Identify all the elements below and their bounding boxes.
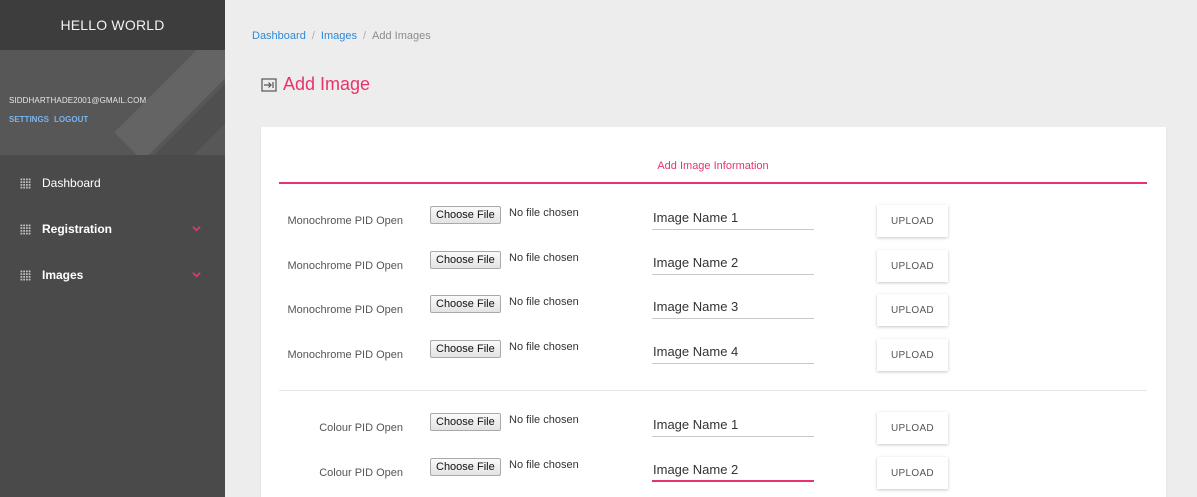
upload-row: Monochrome PID Open Choose File No file … <box>261 339 1166 371</box>
breadcrumb-dashboard[interactable]: Dashboard <box>252 30 306 42</box>
sidebar-item-registration[interactable]: Registration <box>0 206 225 252</box>
row-label: Monochrome PID Open <box>287 304 403 316</box>
choose-file-button[interactable]: Choose File <box>430 251 501 269</box>
user-email: SIDDHARTHADE2001@GMAIL.COM <box>9 96 147 105</box>
section-underline <box>279 182 1147 184</box>
choose-file-button[interactable]: Choose File <box>430 458 501 476</box>
upload-row: Monochrome PID Open Choose File No file … <box>261 250 1166 282</box>
breadcrumb-separator: / <box>311 30 315 42</box>
upload-row: Colour PID Open Choose File No file chos… <box>261 457 1166 489</box>
row-label: Monochrome PID Open <box>287 215 403 227</box>
chevron-down-icon <box>192 272 201 278</box>
file-status: No file chosen <box>509 341 579 353</box>
chevron-down-icon <box>192 226 201 232</box>
breadcrumb: Dashboard / Images / Add Images <box>252 30 431 42</box>
file-status: No file chosen <box>509 414 579 426</box>
sidebar-item-images[interactable]: Images <box>0 252 225 298</box>
section-title: Add Image Information <box>657 160 769 172</box>
upload-button[interactable]: UPLOAD <box>877 294 948 326</box>
upload-button[interactable]: UPLOAD <box>877 250 948 282</box>
upload-button[interactable]: UPLOAD <box>877 412 948 444</box>
image-name-input[interactable] <box>652 251 814 275</box>
user-links: SETTINGS LOGOUT <box>9 115 88 124</box>
upload-row: Colour PID Open Choose File No file chos… <box>261 412 1166 444</box>
sidebar: HELLO WORLD SIDDHARTHADE2001@GMAIL.COM S… <box>0 0 225 497</box>
choose-file-button[interactable]: Choose File <box>430 206 501 224</box>
grid-icon <box>20 177 31 189</box>
file-status: No file chosen <box>509 296 579 308</box>
sidebar-item-label: Registration <box>42 222 113 236</box>
input-icon <box>261 77 277 92</box>
file-status: No file chosen <box>509 459 579 471</box>
choose-file-button[interactable]: Choose File <box>430 295 501 313</box>
breadcrumb-separator: / <box>362 30 367 42</box>
image-name-input[interactable] <box>652 206 814 230</box>
sidebar-item-label: Dashboard <box>42 176 101 190</box>
upload-row: Monochrome PID Open Choose File No file … <box>261 294 1166 326</box>
row-label: Colour PID Open <box>319 422 403 434</box>
page-title-text: Add Image <box>283 74 371 94</box>
row-label: Monochrome PID Open <box>287 349 403 361</box>
logout-link[interactable]: LOGOUT <box>54 115 88 124</box>
grid-icon <box>20 269 31 281</box>
user-panel: SIDDHARTHADE2001@GMAIL.COM SETTINGS LOGO… <box>0 50 225 155</box>
brand-title: HELLO WORLD <box>0 0 225 50</box>
file-status: No file chosen <box>509 252 579 264</box>
image-name-input[interactable] <box>652 458 814 482</box>
image-name-input[interactable] <box>652 340 814 364</box>
settings-link[interactable]: SETTINGS <box>9 115 49 124</box>
upload-button[interactable]: UPLOAD <box>877 205 948 237</box>
page-title: Add Image <box>261 74 370 95</box>
upload-button[interactable]: UPLOAD <box>877 457 948 489</box>
choose-file-button[interactable]: Choose File <box>430 413 501 431</box>
section-divider <box>279 390 1147 391</box>
breadcrumb-images[interactable]: Images <box>321 30 357 42</box>
sidebar-item-dashboard[interactable]: Dashboard <box>0 160 225 206</box>
breadcrumb-current: Add Images <box>372 30 431 42</box>
grid-icon <box>20 223 31 235</box>
upload-row: Monochrome PID Open Choose File No file … <box>261 205 1166 237</box>
choose-file-button[interactable]: Choose File <box>430 340 501 358</box>
sidebar-item-label: Images <box>42 268 84 282</box>
row-label: Monochrome PID Open <box>287 260 403 272</box>
file-status: No file chosen <box>509 207 579 219</box>
sidebar-menu: Dashboard Registration Images <box>0 160 225 298</box>
add-image-card: Add Image Information Monochrome PID Ope… <box>261 127 1166 497</box>
row-label: Colour PID Open <box>319 467 403 479</box>
image-name-input[interactable] <box>652 413 814 437</box>
image-name-input[interactable] <box>652 295 814 319</box>
upload-button[interactable]: UPLOAD <box>877 339 948 371</box>
